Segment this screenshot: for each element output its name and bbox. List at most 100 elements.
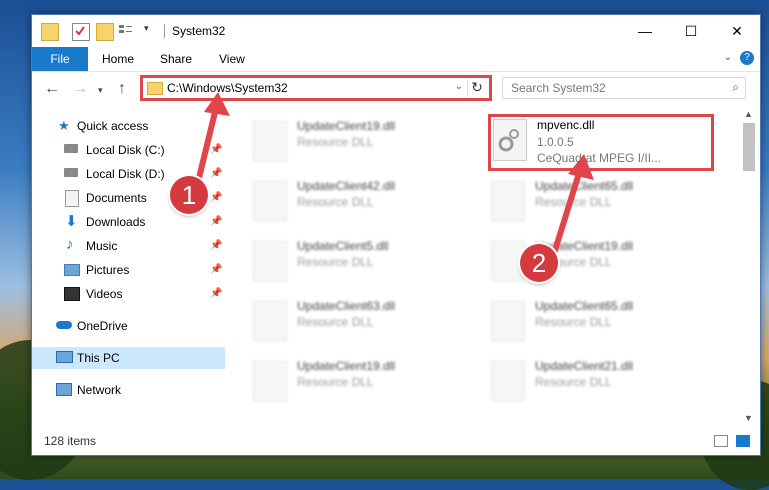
dll-file-icon [253, 181, 287, 221]
documents-icon [65, 190, 79, 207]
annotation-arrow-1 [195, 92, 230, 183]
sidebar-item-pictures[interactable]: Pictures 📌 [32, 259, 225, 281]
dll-file-icon [253, 121, 287, 161]
file-name: UpdateClient19.dll [297, 119, 396, 133]
sidebar-item-music[interactable]: ♪ Music 📌 [32, 235, 225, 257]
chevron-down-icon[interactable]: ▾ [144, 23, 160, 39]
sidebar-item-label: Music [86, 239, 118, 253]
sidebar-item-label: Videos [86, 287, 123, 301]
maximize-button[interactable]: ☐ [668, 15, 714, 47]
music-icon: ♪ [66, 236, 74, 253]
sidebar-item-label: This PC [77, 351, 120, 365]
scroll-up-icon[interactable]: ▲ [744, 109, 753, 119]
pictures-icon [64, 264, 80, 276]
sidebar-item-label: Local Disk (D:) [86, 167, 165, 181]
file-item[interactable]: UpdateClient42.dll Resource DLL [249, 177, 459, 227]
title-bar: ▾ System32 — ☐ ✕ [32, 15, 760, 47]
callout-badge-1: 1 [170, 176, 208, 214]
vertical-scrollbar[interactable]: ▲ ▼ [741, 107, 758, 427]
file-name: UpdateClient65.dll [535, 299, 634, 313]
refresh-icon[interactable]: ↻ [467, 79, 486, 97]
file-version: 1.0.0.5 [537, 135, 574, 149]
pin-icon[interactable]: 📌 [210, 264, 222, 275]
computer-icon [56, 351, 73, 363]
file-name: UpdateClient5.dll [297, 239, 389, 253]
scrollbar-thumb[interactable] [743, 123, 755, 171]
file-item[interactable]: UpdateClient65.dll Resource DLL [487, 297, 697, 347]
item-count: 128 items [44, 434, 97, 448]
search-icon: ⌕ [732, 80, 739, 94]
sidebar-item-label: Documents [86, 191, 147, 205]
folder-icon [147, 82, 163, 95]
sidebar-item-videos[interactable]: Videos 📌 [32, 283, 225, 305]
up-arrow-icon[interactable]: ↑ [118, 80, 126, 98]
file-name: UpdateClient19.dll [297, 359, 396, 373]
network-icon [56, 383, 72, 396]
dll-file-icon [253, 241, 287, 281]
callout-badge-2: 2 [520, 244, 558, 282]
file-description: Resource DLL [297, 315, 374, 329]
dll-file-icon [253, 361, 287, 401]
sidebar-item-network[interactable]: Network [32, 379, 225, 401]
download-icon: ⬇ [65, 213, 78, 230]
details-view-icon[interactable] [714, 435, 728, 447]
sidebar-item-label: Local Disk (C:) [86, 143, 165, 157]
back-arrow-icon[interactable]: ← [44, 80, 60, 98]
dll-file-icon [491, 301, 525, 341]
file-item[interactable]: UpdateClient21.dll Resource DLL [487, 357, 697, 407]
chevron-down-icon[interactable]: ⌄ [724, 52, 732, 63]
help-icon[interactable]: ? [740, 51, 754, 65]
pin-icon[interactable]: 📌 [210, 240, 222, 251]
file-description: Resource DLL [297, 135, 374, 149]
dll-file-icon [253, 301, 287, 341]
tab-view[interactable]: View [219, 52, 245, 66]
file-item[interactable]: UpdateClient63.dll Resource DLL [249, 297, 459, 347]
file-description: Resource DLL [535, 315, 612, 329]
search-input[interactable]: Search System32 ⌕ [502, 77, 746, 99]
dll-file-icon [493, 119, 527, 161]
sidebar-item-onedrive[interactable]: OneDrive [32, 315, 225, 337]
tab-file[interactable]: File [32, 47, 88, 71]
sidebar-item-label: Quick access [77, 119, 149, 133]
sidebar-item-label: Network [77, 383, 122, 397]
recent-locations-chevron-icon[interactable]: ▾ [98, 85, 103, 96]
file-item[interactable]: UpdateClient19.dll Resource DLL [249, 117, 459, 167]
ribbon-tabs: File Home Share View ⌄ ? [32, 47, 760, 72]
navigation-bar: ← → ▾ ↑ C:\Windows\System32 ⌄ ↻ Search S… [32, 72, 760, 106]
sidebar-item-downloads[interactable]: ⬇ Downloads 📌 [32, 211, 225, 233]
dll-file-icon [491, 181, 525, 221]
large-icons-view-icon[interactable] [736, 435, 750, 447]
sidebar-item-this-pc[interactable]: This PC [32, 347, 225, 369]
cloud-icon [56, 321, 72, 329]
pin-icon[interactable]: 📌 [210, 192, 222, 203]
file-description: Resource DLL [297, 375, 374, 389]
pin-icon[interactable]: 📌 [210, 288, 222, 299]
properties-icon[interactable] [72, 23, 90, 41]
pin-icon[interactable]: 📌 [210, 216, 222, 227]
search-placeholder: Search System32 [511, 81, 606, 95]
tab-home[interactable]: Home [102, 52, 134, 66]
window-title: System32 [172, 24, 226, 38]
new-folder-icon[interactable] [96, 23, 114, 41]
sidebar-item-label: OneDrive [77, 319, 128, 333]
close-button[interactable]: ✕ [714, 15, 760, 47]
file-name: UpdateClient21.dll [535, 359, 634, 373]
sidebar-item-label: Downloads [86, 215, 146, 229]
scroll-down-icon[interactable]: ▼ [744, 413, 753, 423]
folder-icon [41, 23, 59, 41]
minimize-button[interactable]: — [622, 15, 668, 47]
chevron-down-icon[interactable]: ⌄ [455, 81, 463, 92]
forward-arrow-icon[interactable]: → [72, 80, 88, 98]
file-item[interactable]: UpdateClient5.dll Resource DLL [249, 237, 459, 287]
file-item[interactable]: UpdateClient19.dll Resource DLL [249, 357, 459, 407]
file-description: Resource DLL [297, 255, 374, 269]
tab-share[interactable]: Share [160, 52, 192, 66]
file-name: UpdateClient63.dll [297, 299, 396, 313]
dll-file-icon [491, 361, 525, 401]
file-name: mpvenc.dll [537, 118, 595, 132]
status-bar: 128 items [32, 429, 760, 453]
drive-icon [64, 144, 78, 153]
quick-access-toolbar-icon[interactable] [118, 23, 134, 39]
sidebar-item-label: Pictures [86, 263, 130, 277]
file-description: Resource DLL [297, 195, 374, 209]
